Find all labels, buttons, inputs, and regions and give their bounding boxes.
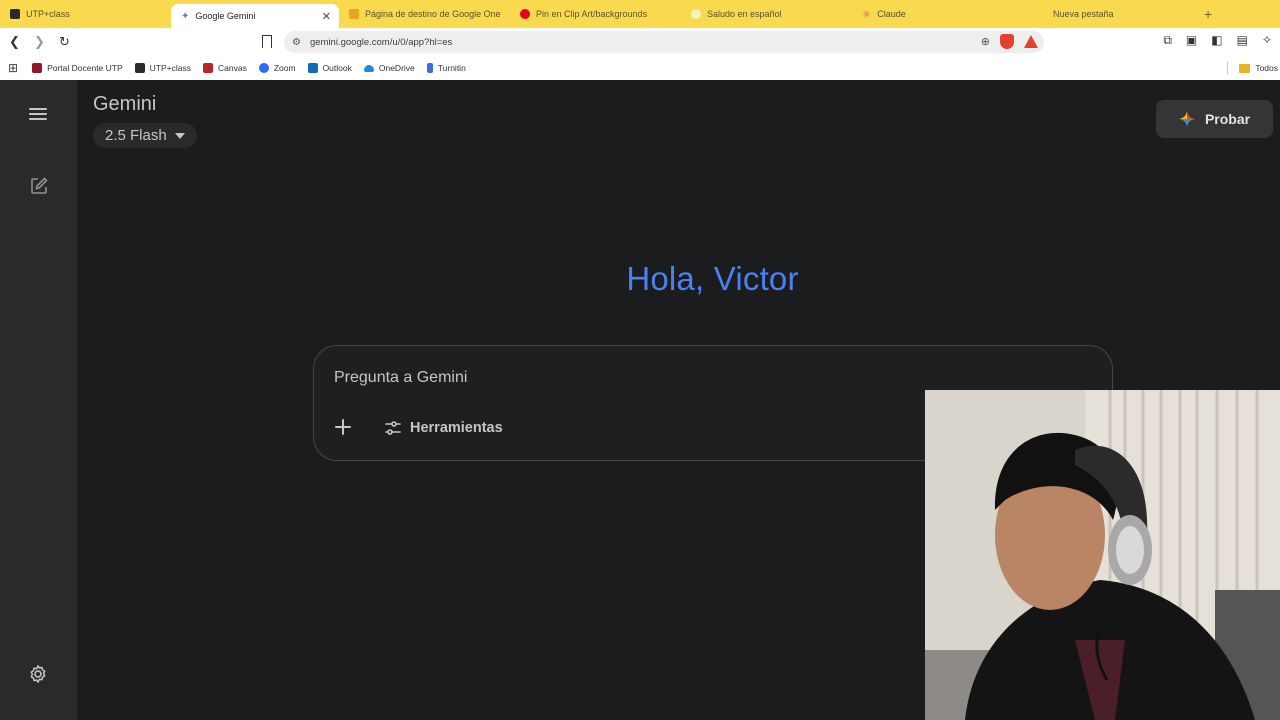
bookmark-canvas[interactable]: Canvas	[203, 63, 247, 73]
zoom-icon	[258, 63, 269, 73]
tab-label: Nueva pestaña	[1053, 9, 1114, 19]
utp-icon	[32, 63, 43, 73]
webcam-overlay	[925, 390, 1280, 720]
bookmark-zoom[interactable]: Zoom	[258, 63, 296, 73]
utp-icon	[134, 63, 145, 73]
brave-shield-icon[interactable]	[1000, 34, 1014, 49]
bookmark-star-icon[interactable]	[262, 35, 272, 48]
bookmarks-bar: ⊞ Portal Docente UTP UTP+class Canvas Zo…	[0, 56, 1280, 80]
main-menu-icon[interactable]	[28, 106, 48, 122]
try-upgrade-button[interactable]: Probar	[1156, 100, 1273, 138]
gemini-sparkle-icon: ✦	[181, 10, 190, 22]
prompt-input[interactable]	[334, 366, 914, 390]
outlook-icon	[307, 63, 318, 73]
greeting-heading: Hola, Victor	[626, 260, 799, 297]
divider	[1227, 61, 1229, 75]
address-bar[interactable]: ⚙ gemini.google.com/u/0/app?hl=es ⊕	[284, 31, 1044, 53]
presenter-video-image	[925, 390, 1280, 720]
bookmark-outlook[interactable]: Outlook	[307, 63, 352, 73]
tab-label: Página de destino de Google One	[365, 9, 501, 19]
utp-icon	[10, 9, 20, 19]
screenshot-icon[interactable]: ▣	[1186, 33, 1197, 48]
settings-gear-icon[interactable]	[28, 664, 48, 684]
sidebar-icon[interactable]: ◧	[1211, 33, 1222, 48]
bookmark-label: Zoom	[273, 63, 296, 73]
tools-sliders-icon	[385, 421, 401, 435]
app-title: Gemini	[93, 93, 157, 115]
bookmark-onedrive[interactable]: OneDrive	[363, 63, 415, 73]
claude-icon: ✳	[862, 8, 872, 21]
forward-icon[interactable]: ❯	[29, 32, 50, 53]
google-one-icon	[349, 9, 359, 19]
model-selector[interactable]: 2.5 Flash	[93, 123, 197, 148]
bookmark-label: Portal Docente UTP	[47, 63, 123, 73]
tab-claude[interactable]: ✳ Claude	[852, 0, 1023, 28]
browser-toolbar: ❮ ❯ ↻ ⚙ gemini.google.com/u/0/app?hl=es …	[0, 28, 1280, 56]
zoom-icon[interactable]: ⊕	[981, 35, 990, 48]
url-text[interactable]: gemini.google.com/u/0/app?hl=es	[310, 37, 452, 48]
sparkle-icon	[1178, 111, 1195, 127]
bookmark-utp-class[interactable]: UTP+class	[134, 63, 191, 73]
bookmark-label: Turnitin	[437, 63, 466, 73]
extensions-icon[interactable]: ⧉	[1163, 33, 1172, 48]
tab-google-gemini[interactable]: ✦ Google Gemini ✕	[171, 4, 339, 28]
tab-label: Pin en Clip Art/backgrounds	[536, 9, 648, 19]
canvas-icon	[203, 63, 213, 73]
turnitin-icon	[426, 63, 433, 73]
bookmark-portal-docente[interactable]: Portal Docente UTP	[32, 63, 123, 73]
tab-label: UTP+class	[26, 9, 70, 19]
tab-new[interactable]: Nueva pestaña	[1023, 0, 1194, 28]
tab-label: Claude	[877, 9, 906, 19]
model-label: 2.5 Flash	[105, 127, 167, 144]
wallet-icon[interactable]: ▤	[1237, 33, 1248, 48]
tab-google-one[interactable]: Página de destino de Google One	[339, 0, 510, 28]
pinterest-icon	[520, 9, 530, 19]
site-info-icon[interactable]: ⚙	[292, 37, 301, 48]
new-tab-button[interactable]: +	[1204, 6, 1212, 22]
close-tab-icon[interactable]: ✕	[322, 10, 331, 23]
bookmark-label: UTP+class	[149, 63, 191, 73]
tools-label: Herramientas	[410, 420, 503, 436]
chatgpt-icon	[691, 9, 701, 19]
tab-saludo[interactable]: Saludo en español	[681, 0, 852, 28]
back-icon[interactable]: ❮	[4, 32, 25, 53]
tab-label: Google Gemini	[195, 11, 256, 21]
new-chat-icon[interactable]	[29, 176, 49, 196]
bookmark-label: Canvas	[218, 63, 247, 73]
bookmark-turnitin[interactable]: Turnitin	[426, 63, 466, 73]
folder-icon	[1239, 63, 1251, 73]
add-attachment-icon[interactable]	[332, 416, 354, 438]
all-bookmarks-label: Todos	[1255, 63, 1278, 73]
leo-icon[interactable]: ✧	[1262, 33, 1272, 48]
brave-rewards-icon[interactable]	[1024, 35, 1038, 48]
tab-label: Saludo en español	[707, 9, 782, 19]
try-button-label: Probar	[1204, 111, 1251, 127]
reload-icon[interactable]: ↻	[54, 32, 75, 53]
tab-utp-class[interactable]: UTP+class	[0, 0, 171, 28]
new-tab-icon	[1037, 9, 1047, 19]
onedrive-icon	[363, 64, 374, 72]
tools-button[interactable]: Herramientas	[384, 416, 503, 440]
bookmark-label: OneDrive	[378, 63, 415, 73]
caret-down-icon	[174, 132, 185, 139]
apps-grid-icon[interactable]: ⊞	[8, 61, 18, 75]
tab-strip: UTP+class ✦ Google Gemini ✕ Página de de…	[0, 0, 1280, 28]
tab-pinterest[interactable]: Pin en Clip Art/backgrounds	[510, 0, 681, 28]
side-rail	[0, 80, 77, 720]
all-bookmarks-folder[interactable]: Todos	[1227, 61, 1280, 75]
bookmark-label: Outlook	[322, 63, 352, 73]
